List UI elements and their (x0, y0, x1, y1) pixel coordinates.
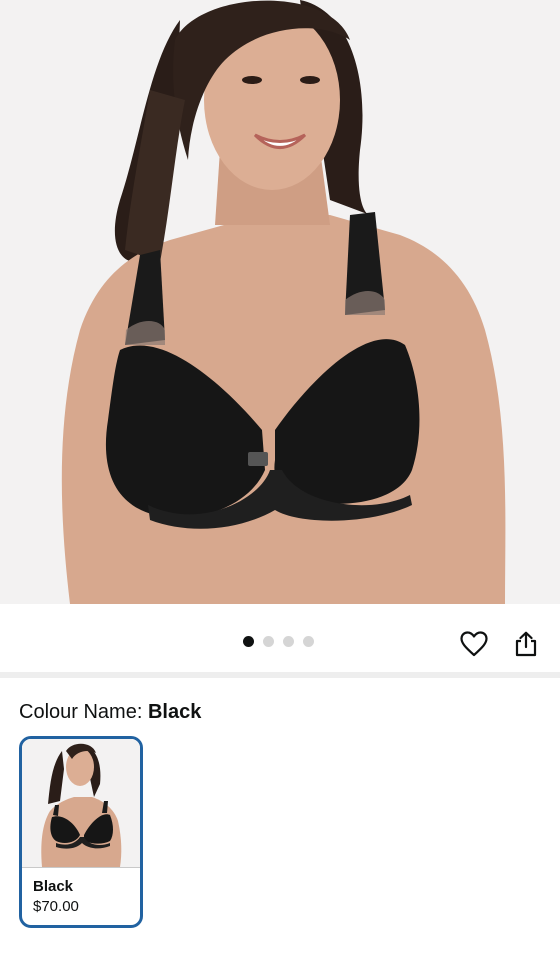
heart-outline-icon (460, 631, 488, 657)
pagination-dot-2[interactable] (263, 636, 274, 647)
image-controls (0, 604, 560, 672)
section-divider (0, 672, 560, 678)
share-icon (515, 631, 537, 657)
swatch-photo (22, 739, 140, 867)
colour-name-row: Colour Name: Black (19, 700, 201, 724)
pagination-dot-1[interactable] (243, 636, 254, 647)
colour-name-value: Black (147, 701, 202, 723)
colour-swatch-black[interactable]: Black $70.00 (19, 736, 143, 928)
wishlist-button[interactable] (456, 626, 492, 662)
pagination-dot-3[interactable] (283, 636, 294, 647)
swatch-divider (22, 867, 140, 868)
swatch-price: $70.00 (33, 898, 79, 915)
share-button[interactable] (508, 626, 544, 662)
product-image[interactable] (0, 0, 560, 604)
pagination-dot-4[interactable] (303, 636, 314, 647)
swatch-name: Black (33, 878, 74, 895)
colour-name-label: Colour Name: (19, 701, 143, 723)
image-pagination (243, 636, 314, 648)
swatch-thumbnail (22, 739, 140, 867)
product-photo (0, 0, 560, 604)
